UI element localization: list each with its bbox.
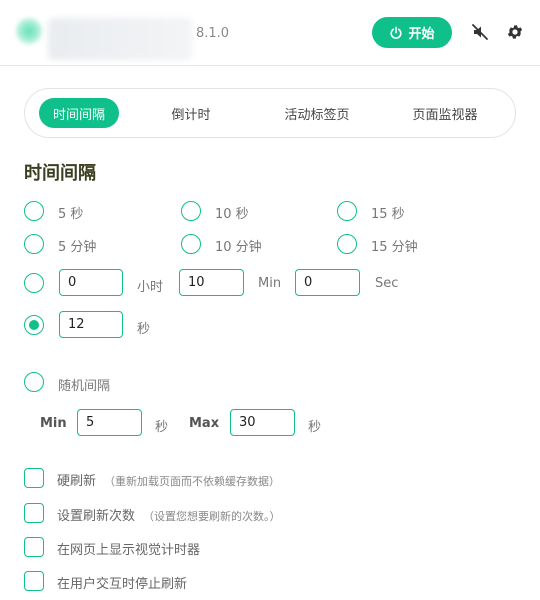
option-label: 5 分钟 bbox=[58, 240, 97, 255]
radio-5-seconds[interactable] bbox=[24, 201, 44, 221]
app-header: 8.1.0 开始 bbox=[0, 0, 540, 66]
option-label: 10 秒 bbox=[215, 207, 249, 222]
hours-input[interactable] bbox=[59, 269, 123, 296]
checkbox-stop-on-interaction[interactable] bbox=[24, 571, 44, 591]
start-button-label: 开始 bbox=[408, 26, 435, 41]
radio-10-seconds[interactable] bbox=[181, 201, 201, 221]
hours-unit: 小时 bbox=[137, 280, 164, 295]
radio-custom-time[interactable] bbox=[24, 273, 44, 293]
radio-10-minutes[interactable] bbox=[181, 234, 201, 254]
checkbox-visual-timer[interactable] bbox=[24, 537, 44, 557]
mode-tabs: 时间间隔 倒计时 活动标签页 页面监视器 bbox=[24, 88, 516, 138]
tab-page-monitor[interactable]: 页面监视器 bbox=[395, 98, 495, 128]
custom-seconds-input[interactable] bbox=[59, 311, 123, 338]
speaker-muted-icon bbox=[472, 24, 488, 40]
settings-button[interactable] bbox=[505, 22, 525, 42]
power-icon bbox=[390, 26, 403, 39]
custom-seconds-unit: 秒 bbox=[137, 322, 151, 337]
hard-refresh-hint: （重新加载页面而不依赖缓存数据） bbox=[104, 475, 281, 488]
mute-button[interactable] bbox=[470, 22, 490, 42]
seconds-unit: Sec bbox=[375, 276, 399, 291]
app-name-blurred bbox=[48, 18, 192, 60]
random-min-unit: 秒 bbox=[155, 420, 169, 435]
option-label: 15 分钟 bbox=[371, 240, 418, 255]
visual-timer-label: 在网页上显示视觉计时器 bbox=[57, 543, 201, 558]
start-button[interactable]: 开始 bbox=[372, 17, 452, 48]
tab-interval[interactable]: 时间间隔 bbox=[39, 98, 119, 128]
refresh-count-label: 设置刷新次数 （设置您想要刷新的次数。） bbox=[57, 509, 281, 524]
stop-on-interaction-label: 在用户交互时停止刷新 bbox=[57, 577, 188, 592]
gear-icon bbox=[507, 25, 523, 39]
option-label: 15 秒 bbox=[371, 207, 405, 222]
random-interval-label: 随机间隔 bbox=[58, 379, 111, 394]
option-label: 10 分钟 bbox=[215, 240, 262, 255]
random-max-label: Max bbox=[189, 416, 220, 431]
checkbox-hard-refresh[interactable] bbox=[24, 468, 44, 488]
minutes-input[interactable] bbox=[179, 269, 244, 296]
hard-refresh-label: 硬刷新 （重新加载页面而不依赖缓存数据） bbox=[57, 474, 281, 489]
radio-15-minutes[interactable] bbox=[337, 234, 357, 254]
app-logo bbox=[16, 18, 42, 44]
radio-15-seconds[interactable] bbox=[337, 201, 357, 221]
refresh-count-hint: （设置您想要刷新的次数。） bbox=[143, 510, 281, 523]
random-min-input[interactable] bbox=[77, 409, 142, 436]
tab-countdown[interactable]: 倒计时 bbox=[151, 98, 231, 128]
random-max-input[interactable] bbox=[230, 409, 295, 436]
minutes-unit: Min bbox=[258, 276, 282, 291]
option-label: 5 秒 bbox=[58, 207, 84, 222]
radio-random-interval[interactable] bbox=[24, 372, 44, 392]
app-version: 8.1.0 bbox=[196, 26, 230, 41]
tab-active-tabs[interactable]: 活动标签页 bbox=[267, 98, 367, 128]
radio-5-minutes[interactable] bbox=[24, 234, 44, 254]
random-min-label: Min bbox=[40, 416, 67, 431]
seconds-input[interactable] bbox=[295, 269, 360, 296]
radio-custom-seconds[interactable] bbox=[24, 315, 44, 335]
checkbox-refresh-count[interactable] bbox=[24, 503, 44, 523]
random-max-unit: 秒 bbox=[308, 420, 322, 435]
section-title: 时间间隔 bbox=[24, 163, 96, 184]
